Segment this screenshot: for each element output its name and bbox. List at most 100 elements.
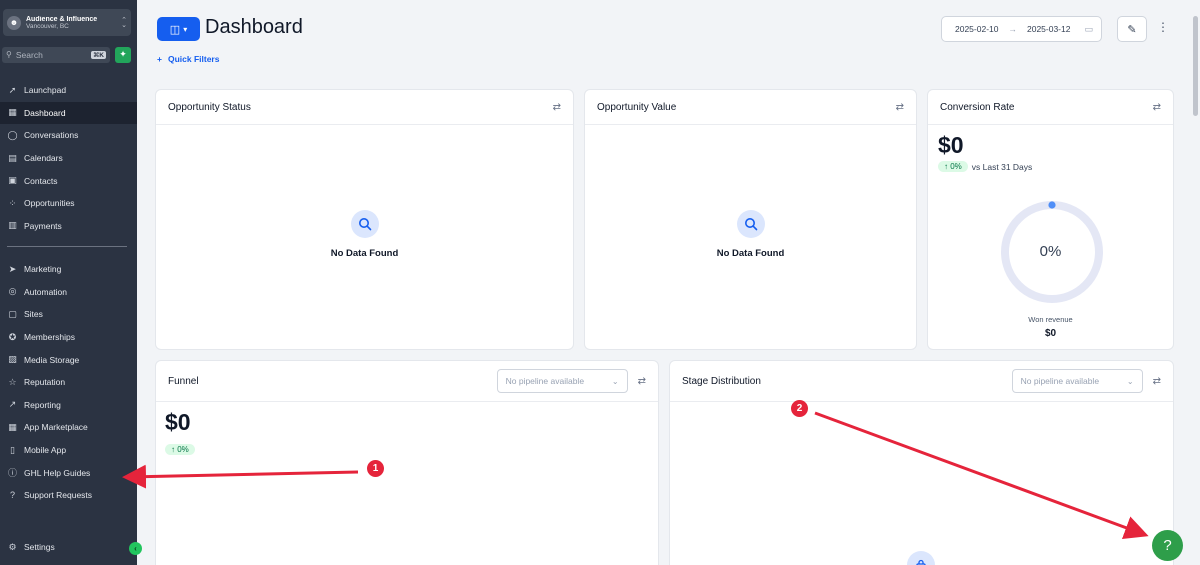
empty-state: No Data Found — [156, 210, 573, 259]
sidebar-item-label: Media Storage — [24, 354, 80, 365]
sliders-icon[interactable]: ⇄ — [896, 102, 904, 113]
ring-percent: 0% — [1039, 243, 1062, 260]
chevron-down-icon: ⌄ — [1126, 376, 1134, 386]
send-icon: ➤ — [8, 263, 17, 274]
empty-message: No Data Found — [716, 248, 785, 259]
sidebar-item-ghl-help-guides[interactable]: ⓘ GHL Help Guides — [0, 461, 137, 484]
empty-state: No Data Found — [585, 210, 916, 259]
sidebar-item-payments[interactable]: ▥ Payments — [0, 215, 137, 238]
apps-icon: ▦ — [8, 421, 17, 432]
chevron-updown-icon: ⌃ ⌄ — [121, 16, 127, 29]
star-icon: ☆ — [8, 376, 17, 387]
sidebar-item-label: Marketing — [24, 264, 62, 275]
sidebar-item-app-marketplace[interactable]: ▦ App Marketplace — [0, 416, 137, 439]
annotation-badge-2: 2 — [791, 400, 808, 417]
won-revenue-label: Won revenue — [1028, 315, 1073, 324]
search-shortcut: ⌘K — [91, 50, 106, 59]
search-placeholder: Search — [15, 49, 43, 60]
pipeline-select[interactable]: No pipeline available ⌄ — [496, 369, 628, 393]
card-title: Funnel — [168, 375, 199, 387]
sidebar-item-label: Payments — [24, 220, 62, 231]
card-title: Opportunity Value — [597, 101, 677, 113]
card-title: Opportunity Status — [168, 101, 251, 113]
date-range-picker[interactable]: 2025-02-10 → 2025-03-12 ▭ — [941, 16, 1102, 42]
lock-icon — [907, 551, 935, 565]
date-start: 2025-02-10 — [955, 24, 999, 34]
annotation-badge-1: 1 — [367, 460, 384, 477]
sidebar-item-reputation[interactable]: ☆ Reputation — [0, 371, 137, 394]
mobile-icon: ▯ — [10, 444, 15, 455]
page-title: Dashboard — [205, 16, 303, 38]
sidebar-item-marketing[interactable]: ➤ Marketing — [0, 258, 137, 281]
quick-filters-label: Quick Filters — [167, 54, 220, 64]
sliders-icon[interactable]: ⇄ — [1153, 376, 1161, 387]
conversion-value: $0 — [938, 132, 964, 158]
chevron-down-icon: ▾ — [183, 24, 188, 34]
quick-filters-button[interactable]: + Quick Filters — [157, 54, 219, 64]
sidebar-item-label: Automation — [24, 286, 67, 297]
calendar-icon: ▤ — [8, 152, 17, 163]
sidebar-item-reporting[interactable]: ↗ Reporting — [0, 394, 137, 417]
date-end: 2025-03-12 — [1026, 24, 1071, 34]
calendar-icon: ▭ — [1084, 23, 1093, 34]
arrow-right-icon: → — [1008, 24, 1017, 34]
won-revenue-value: $0 — [1044, 328, 1057, 339]
change-badge: ↑ 0% — [938, 161, 968, 172]
card-stage-distribution: Stage Distribution No pipeline available… — [669, 360, 1174, 565]
account-switcher[interactable]: ☻ Audience & Influence Vancouver, BC ⌃ ⌄ — [3, 9, 131, 36]
sidebar-item-media-storage[interactable]: ▨ Media Storage — [0, 348, 137, 371]
search-row: ⚲ Search ⌘K ✦ — [2, 46, 134, 63]
sliders-icon[interactable]: ⇄ — [638, 376, 646, 387]
chat-icon: ◯ — [7, 129, 18, 140]
sidebar-item-opportunities[interactable]: ⁘ Opportunities — [0, 192, 137, 215]
info-icon: ⓘ — [7, 468, 17, 479]
sidebar-item-label: Sites — [24, 309, 43, 320]
sidebar-item-sites[interactable]: ▢ Sites — [0, 303, 137, 326]
sites-icon: ▢ — [8, 308, 17, 319]
spark-icon[interactable]: ✦ — [115, 46, 131, 63]
search-input[interactable]: ⚲ Search ⌘K — [2, 46, 110, 63]
sidebar-item-label: Reputation — [24, 377, 66, 388]
automation-icon: ◎ — [8, 286, 17, 297]
sidebar-item-dashboard[interactable]: ▦ Dashboard — [0, 101, 137, 125]
pipeline-placeholder: No pipeline available — [505, 376, 585, 386]
edit-dashboard-button[interactable]: ✎ — [1117, 16, 1147, 42]
sidebar-item-support-requests[interactable]: ? Support Requests — [0, 484, 137, 507]
collapse-sidebar-icon[interactable]: ‹ — [129, 542, 142, 555]
sidebar-item-conversations[interactable]: ◯ Conversations — [0, 124, 137, 147]
help-button[interactable]: ? — [1152, 530, 1183, 561]
sidebar-item-memberships[interactable]: ✪ Memberships — [0, 326, 137, 349]
pipeline-placeholder: No pipeline available — [1020, 376, 1100, 386]
compare-text: vs Last 31 Days — [971, 161, 1033, 172]
account-name: Audience & Influence — [26, 15, 98, 23]
sliders-icon[interactable]: ⇄ — [1153, 102, 1161, 113]
magnifier-icon — [736, 210, 765, 238]
pipeline-select[interactable]: No pipeline available ⌄ — [1011, 369, 1143, 393]
question-icon: ? — [1163, 537, 1172, 554]
pencil-icon: ✎ — [1127, 23, 1137, 36]
payments-icon: ▥ — [8, 220, 17, 231]
account-avatar-icon: ☻ — [7, 15, 21, 30]
change-badge: ↑ 0% — [165, 444, 195, 455]
sliders-icon[interactable]: ⇄ — [553, 102, 561, 113]
layout-switch-button[interactable]: ◫ ▾ — [157, 17, 200, 41]
magnifier-icon — [350, 210, 379, 238]
sidebar-item-contacts[interactable]: ▣ Contacts — [0, 169, 137, 192]
scrollbar-thumb[interactable] — [1193, 16, 1198, 116]
sidebar-item-launchpad[interactable]: ➚ Launchpad — [0, 79, 137, 102]
more-options-icon[interactable]: ⋮ — [1157, 20, 1169, 34]
sidebar-item-label: Opportunities — [24, 198, 75, 209]
gear-icon: ⚙ — [8, 541, 17, 552]
sidebar-item-label: Support Requests — [24, 490, 93, 501]
sidebar-item-automation[interactable]: ◎ Automation — [0, 281, 137, 304]
sidebar-item-mobile-app[interactable]: ▯ Mobile App — [0, 439, 137, 462]
sidebar-item-settings[interactable]: ⚙ Settings — [0, 536, 137, 559]
sidebar-item-calendars[interactable]: ▤ Calendars — [0, 147, 137, 170]
rocket-icon: ➚ — [8, 84, 17, 95]
sidebar-item-label: GHL Help Guides — [24, 467, 91, 478]
card-opportunity-value: Opportunity Value ⇄ No Data Found — [584, 89, 917, 350]
sidebar-item-label: Calendars — [24, 153, 63, 164]
sidebar: ☻ Audience & Influence Vancouver, BC ⌃ ⌄ … — [0, 0, 137, 565]
funnel-value: $0 — [165, 409, 191, 435]
plus-icon: + — [157, 54, 162, 64]
